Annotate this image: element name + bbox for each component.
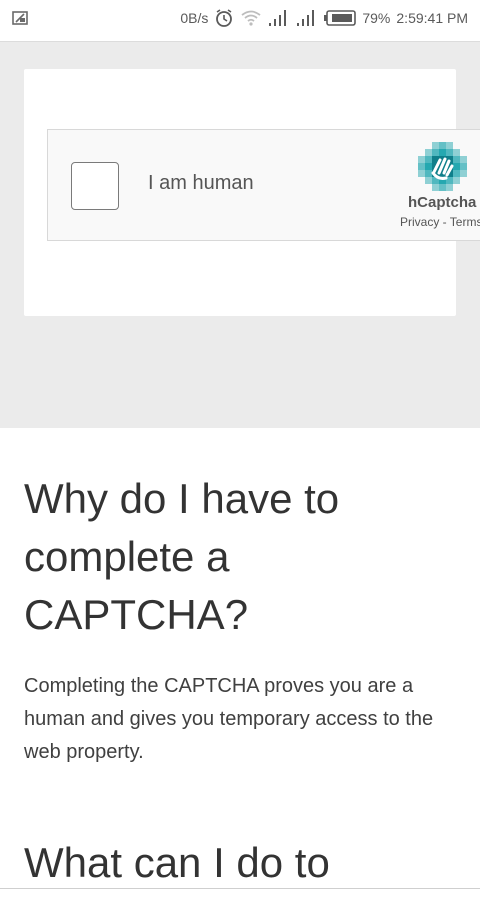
clock-time: 2:59:41 PM — [396, 10, 468, 26]
hcaptcha-brand: hCaptcha — [408, 194, 477, 211]
battery-percent: 79% — [362, 10, 391, 26]
hcaptcha-links: Privacy - Terms — [400, 215, 480, 229]
terms-link[interactable]: Terms — [450, 215, 480, 229]
why-captcha-paragraph: Completing the CAPTCHA proves you are a … — [24, 675, 434, 763]
battery-icon — [324, 10, 357, 26]
checkbox-label: I am human — [148, 172, 254, 194]
alarm-icon — [216, 9, 233, 27]
signal-icon — [297, 10, 315, 26]
status-bar: 0B/s 79% 2:59:41 PM — [0, 0, 480, 42]
what-can-i-do-heading: What can I do to — [24, 839, 330, 886]
cast-icon — [12, 11, 28, 25]
privacy-link[interactable]: Privacy — [400, 215, 439, 229]
why-captcha-heading: Why do I have to complete a CAPTCHA? — [24, 475, 340, 638]
link-separator: - — [439, 215, 450, 229]
bottom-divider — [0, 888, 480, 900]
wifi-icon — [241, 10, 261, 26]
hcaptcha-hand-icon — [418, 142, 467, 191]
status-indicators: 0B/s 79% 2:59:41 PM — [174, 8, 468, 28]
signal-icon — [269, 10, 287, 26]
net-speed: 0B/s — [180, 10, 209, 26]
explanation-section: Why do I have to complete a CAPTCHA? Com… — [24, 470, 464, 769]
human-checkbox[interactable] — [71, 162, 119, 210]
hcaptcha-widget: I am human hCaptcha Privacy - Terms — [47, 129, 480, 241]
